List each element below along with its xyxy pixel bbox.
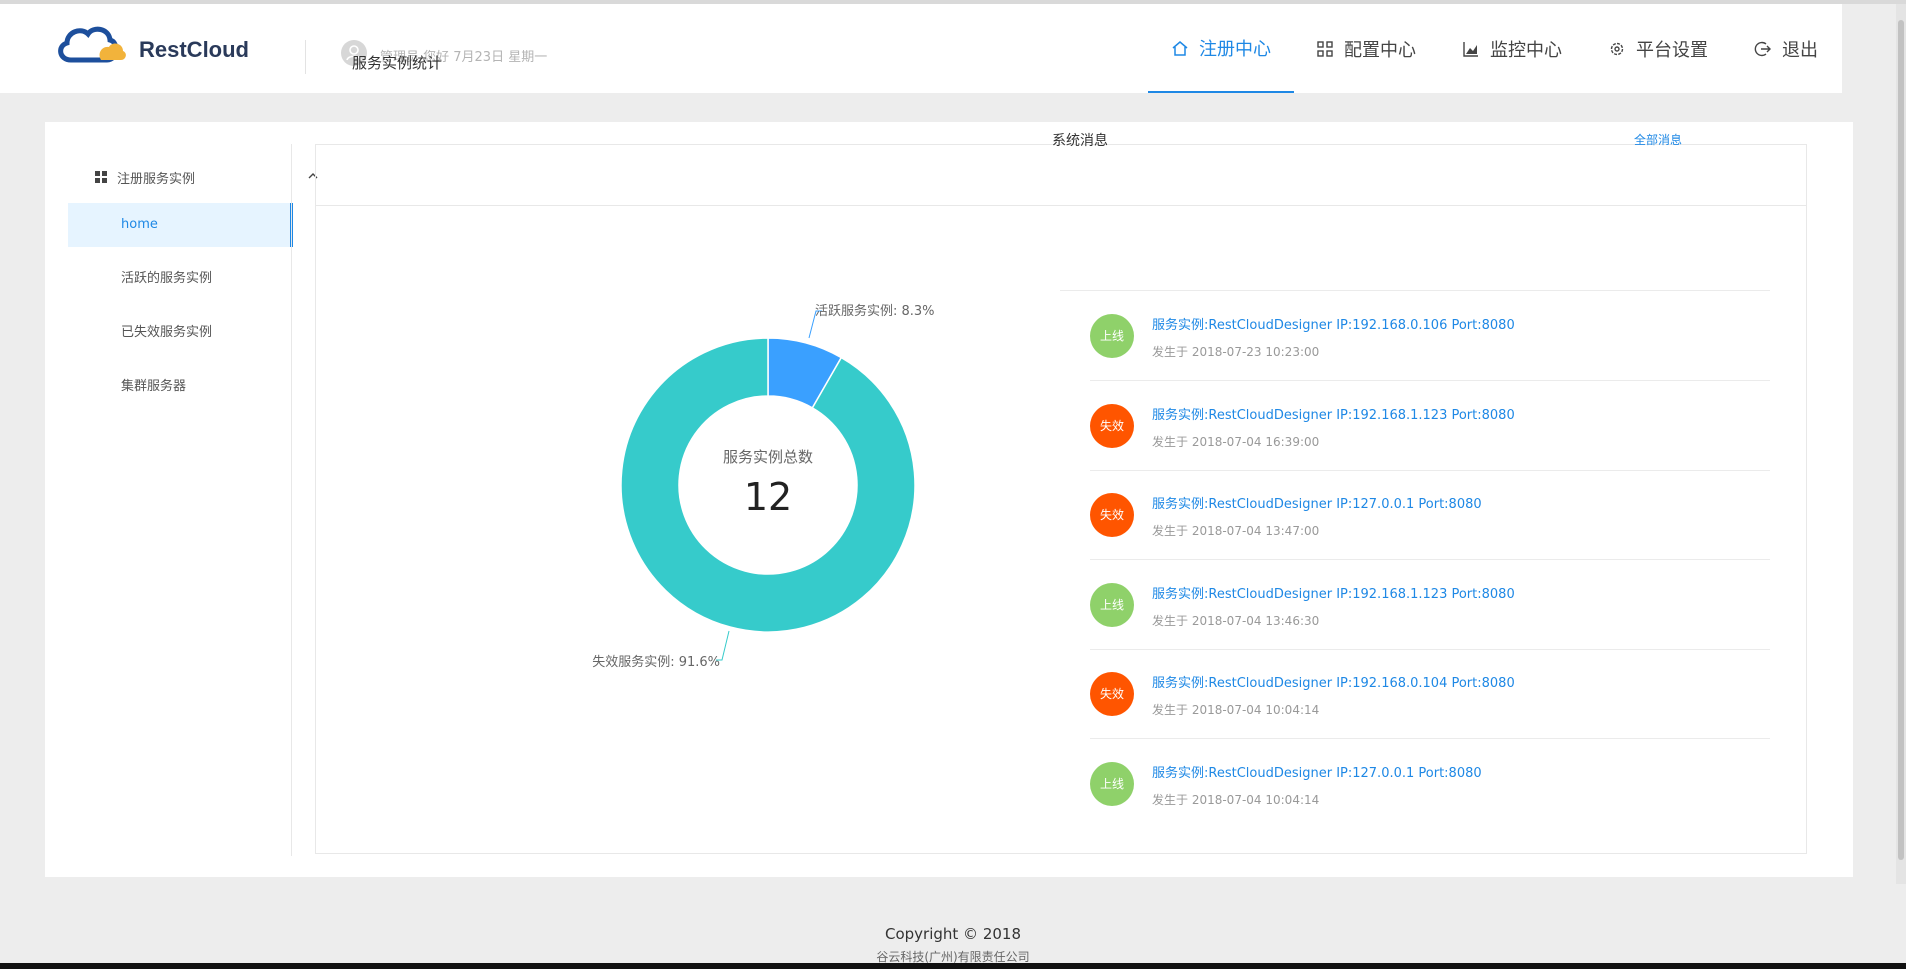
message-link[interactable]: 服务实例:RestCloudDesigner IP:192.168.1.123 … (1152, 583, 1515, 602)
card-title: 服务实例统计 (352, 54, 443, 72)
message-link[interactable]: 服务实例:RestCloudDesigner IP:192.168.0.104 … (1152, 672, 1515, 691)
message-divider (1090, 380, 1770, 381)
nav-label: 退出 (1782, 39, 1818, 61)
nav-config[interactable]: 配置中心 (1316, 4, 1416, 93)
card-header-divider (316, 205, 1806, 206)
message-time: 发生于 2018-07-04 10:04:14 (1152, 703, 1320, 717)
message-time: 发生于 2018-07-04 13:46:30 (1152, 613, 1320, 628)
nav-logout[interactable]: 退出 (1754, 4, 1818, 93)
nav-registry[interactable]: 注册中心 (1148, 4, 1294, 93)
active-slice-label: 活跃服务实例: 8.3% (815, 303, 935, 319)
copyright: Copyright © 2018 (884, 925, 1021, 943)
header-divider (305, 40, 306, 74)
message-divider (1090, 738, 1770, 739)
failed-slice-label: 失效服务实例: 91.6% (592, 654, 720, 670)
nav-label: 配置中心 (1344, 39, 1416, 61)
status-badge: 上线 (1090, 582, 1134, 627)
message-link[interactable]: 服务实例:RestCloudDesigner IP:192.168.1.123 … (1152, 404, 1515, 423)
status-badge: 失效 (1090, 493, 1134, 537)
nav-label: 监控中心 (1490, 39, 1562, 61)
chart-icon (1463, 41, 1478, 57)
donut-center-label: 服务实例总数 (723, 448, 813, 466)
brand-name: RestCloud (139, 37, 249, 62)
nav-monitor[interactable]: 监控中心 (1462, 4, 1562, 93)
message-time: 发生于 2018-07-23 10:23:00 (1152, 345, 1320, 359)
header: RestCloud 管理员 您好 7月23日 星期一 注册中心 配置中心 监控中… (0, 4, 1842, 93)
all-messages-link[interactable]: 全部消息 (1634, 131, 1682, 148)
status-badge: 上线 (1090, 314, 1134, 358)
status-badge: 上线 (1090, 761, 1134, 806)
messages-title: 系统消息 (1052, 133, 1108, 149)
message-time: 发生于 2018-07-04 13:47:00 (1152, 524, 1320, 538)
sidebar-group-label: 注册服务实例 (117, 171, 196, 187)
status-badge: 失效 (1090, 672, 1134, 716)
grid-icon (1317, 40, 1333, 57)
message-divider (1090, 648, 1770, 650)
sidebar-group-registry[interactable]: 注册服务实例 (95, 162, 318, 192)
bottom-bar (0, 963, 1906, 969)
nav-label: 平台设置 (1636, 39, 1708, 61)
nav-label: 注册中心 (1199, 38, 1271, 60)
message-divider (1090, 469, 1770, 471)
donut-total: 12 (744, 475, 792, 519)
message-divider (1090, 559, 1770, 560)
logout-icon (1754, 41, 1771, 56)
message-time: 发生于 2018-07-04 16:39:00 (1152, 434, 1320, 449)
home-icon (1172, 40, 1188, 56)
message-link[interactable]: 服务实例:RestCloudDesigner IP:127.0.0.1 Port… (1152, 493, 1482, 512)
status-badge: 失效 (1090, 403, 1134, 448)
donut-chart: 服务实例总数 12 活跃服务实例: 8.3% 失效服务实例: 91.6% (592, 303, 935, 670)
message-time: 发生于 2018-07-04 10:04:14 (1152, 792, 1320, 807)
message-link[interactable]: 服务实例:RestCloudDesigner IP:192.168.0.106 … (1152, 314, 1515, 333)
apps-icon (95, 171, 107, 183)
messages-divider (1060, 290, 1770, 291)
message-link[interactable]: 服务实例:RestCloudDesigner IP:127.0.0.1 Port… (1152, 762, 1482, 781)
gear-icon (1610, 42, 1624, 55)
nav-settings[interactable]: 平台设置 (1608, 4, 1708, 93)
scrollbar-thumb[interactable] (1898, 20, 1904, 860)
